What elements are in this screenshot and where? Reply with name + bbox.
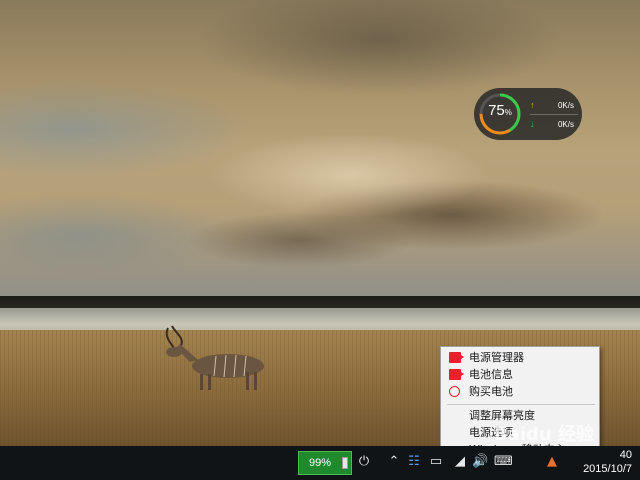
notification-icon[interactable]: ▲ — [544, 454, 560, 470]
red-tag-icon — [449, 352, 464, 363]
menu-separator — [447, 404, 595, 405]
upload-speed-row: ↑ 0K/s — [528, 100, 578, 114]
red-tag-icon — [449, 369, 464, 380]
percent-readout: 75% — [476, 102, 524, 119]
menu-item-label: 电池信息 — [469, 368, 513, 381]
chevron-up-icon[interactable]: ⌃ — [386, 454, 402, 470]
download-speed-row: ↓ 0K/s — [528, 119, 578, 133]
menu-item-power-manager[interactable]: 电源管理器 — [441, 349, 599, 366]
wallpaper-treeline — [0, 296, 640, 308]
menu-item-battery-info[interactable]: 电池信息 — [441, 366, 599, 383]
taskbar-clock[interactable]: 40 2015/10/7 — [566, 448, 632, 476]
menu-item-buy-battery[interactable]: 购买电池 — [441, 383, 599, 400]
arrow-up-icon: ↑ — [530, 100, 535, 110]
baidu-watermark-logo: Baidu 经验 — [494, 420, 594, 446]
battery-terminal-icon — [342, 457, 348, 469]
globe-icon — [449, 386, 460, 397]
battery-percent-label: 99% — [309, 457, 332, 469]
battery-icon[interactable]: ▭ — [428, 454, 444, 470]
upload-speed-value: 0K/s — [557, 101, 574, 110]
menu-item-label: 电源管理器 — [469, 351, 524, 364]
power-plug-icon[interactable]: ⏻ — [356, 454, 372, 470]
network-speed-widget[interactable]: 75% ↑ 0K/s ↓ 0K/s — [474, 88, 582, 140]
input-method-icon[interactable]: ⌨ — [494, 454, 513, 470]
volume-icon[interactable]: 🔊 — [472, 454, 488, 470]
wifi-icon[interactable]: ◢ — [452, 454, 468, 470]
arrow-down-icon: ↓ — [530, 119, 535, 129]
kudu-antelope-image — [165, 325, 264, 390]
menu-item-label: 购买电池 — [469, 385, 513, 398]
watermark-text: Baidu 经验 — [494, 424, 595, 445]
network-adapter-icon[interactable]: ☷ — [406, 454, 422, 470]
clock-time: 40 — [619, 449, 632, 461]
percent-unit: % — [504, 108, 512, 117]
percent-value: 75 — [488, 102, 505, 119]
clock-date: 2015/10/7 — [583, 463, 632, 475]
speed-divider — [530, 114, 578, 115]
wallpaper-sky — [0, 0, 640, 300]
download-speed-value: 0K/s — [557, 120, 574, 129]
